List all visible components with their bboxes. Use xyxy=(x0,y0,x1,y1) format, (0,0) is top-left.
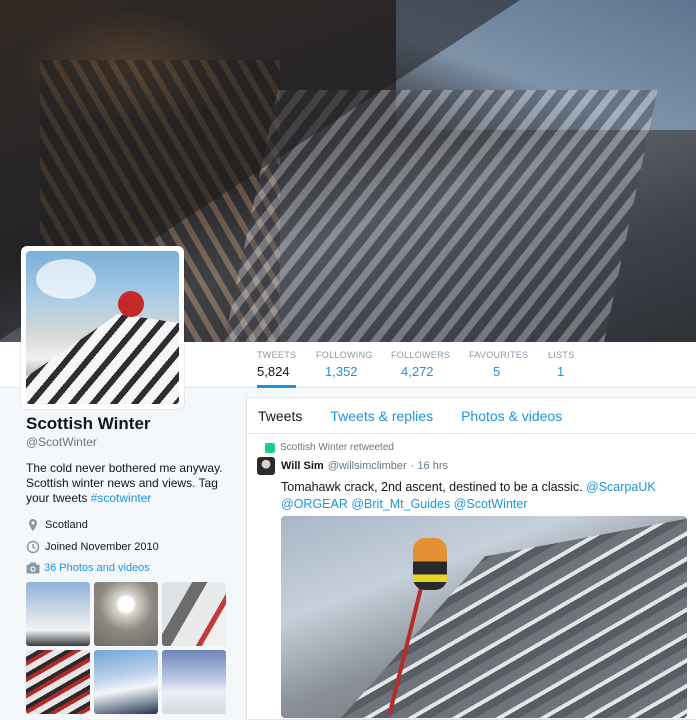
join-date: Joined November 2010 xyxy=(26,540,236,554)
location-pin-icon xyxy=(29,519,37,531)
calendar-icon xyxy=(26,540,40,554)
stat-label: FOLLOWERS xyxy=(391,350,451,360)
tweet-body: Tomahawk crack, 2nd ascent, destined to … xyxy=(281,480,583,494)
photos-link-label: 36 Photos and videos xyxy=(44,562,150,574)
profile-name[interactable]: Scottish Winter xyxy=(26,414,236,434)
timeline-tabs: Tweets Tweets & replies Photos & videos xyxy=(247,398,696,434)
climber xyxy=(413,538,447,590)
tweet-photo[interactable] xyxy=(281,516,687,718)
avatar[interactable] xyxy=(21,246,184,409)
stat-value: 5,824 xyxy=(257,364,290,379)
stat-label: LISTS xyxy=(548,350,575,360)
tab-tweets-and-replies[interactable]: Tweets & replies xyxy=(330,408,433,424)
photo-thumbnail[interactable] xyxy=(26,582,90,646)
stat-following[interactable]: FOLLOWING 1,352 xyxy=(316,350,373,379)
tweet[interactable]: Scottish Winter retweeted Will Sim @will… xyxy=(257,442,695,718)
profile-bio: The cold never bothered me anyway. Scott… xyxy=(26,461,236,506)
retweet-icon xyxy=(265,442,275,453)
snowy-rock xyxy=(26,314,179,404)
profile-card: Scottish Winter @ScotWinter The cold nev… xyxy=(26,414,236,554)
stat-label: FOLLOWING xyxy=(316,350,373,360)
cloud xyxy=(36,259,96,299)
tweet-timestamp[interactable]: · 16 hrs xyxy=(411,460,448,472)
photo-thumbnail[interactable] xyxy=(26,650,90,714)
camera-icon xyxy=(26,562,40,574)
stat-value: 1 xyxy=(557,364,565,379)
tweet-text: Tomahawk crack, 2nd ascent, destined to … xyxy=(281,479,681,513)
mention-link[interactable]: @Brit_Mt_Guides xyxy=(351,497,450,511)
profile-handle[interactable]: @ScotWinter xyxy=(26,435,236,449)
retweet-context: Scottish Winter retweeted xyxy=(265,442,695,453)
stat-value: 1,352 xyxy=(325,364,358,379)
mention-link[interactable]: @ORGEAR xyxy=(281,497,348,511)
join-date-text: Joined November 2010 xyxy=(45,541,159,553)
tab-photos-and-videos[interactable]: Photos & videos xyxy=(461,408,562,424)
author-avatar[interactable] xyxy=(257,457,275,475)
author-name[interactable]: Will Sim xyxy=(281,460,324,472)
climber xyxy=(118,291,144,317)
avatar-image xyxy=(26,251,179,404)
bio-hashtag-link[interactable]: #scotwinter xyxy=(91,491,152,505)
stat-lists[interactable]: LISTS 1 xyxy=(548,350,575,379)
photo-thumbnail[interactable] xyxy=(162,582,226,646)
stat-favourites[interactable]: FAVOURITES 5 xyxy=(469,350,528,379)
photo-thumbnail[interactable] xyxy=(94,650,158,714)
author-handle[interactable]: @willsimclimber xyxy=(328,460,407,472)
retweet-note[interactable]: Scottish Winter retweeted xyxy=(280,442,394,453)
stat-value: 4,272 xyxy=(401,364,434,379)
mention-link[interactable]: @ScotWinter xyxy=(454,497,528,511)
photo-grid xyxy=(26,582,227,714)
photo-thumbnail[interactable] xyxy=(94,582,158,646)
stat-value: 5 xyxy=(493,364,501,379)
photos-and-videos-link[interactable]: 36 Photos and videos xyxy=(26,562,150,574)
timeline: Tweets Tweets & replies Photos & videos … xyxy=(246,397,696,720)
photo-thumbnail[interactable] xyxy=(162,650,226,714)
tweet-header: Will Sim @willsimclimber · 16 hrs xyxy=(257,457,695,475)
stat-label: FAVOURITES xyxy=(469,350,529,360)
tab-tweets[interactable]: Tweets xyxy=(258,408,302,424)
location-text: Scotland xyxy=(45,519,88,531)
mention-link[interactable]: @ScarpaUK xyxy=(586,480,656,494)
location: Scotland xyxy=(26,518,236,532)
stat-tweets[interactable]: TWEETS 5,824 xyxy=(257,350,297,388)
stat-label: TWEETS xyxy=(257,350,297,360)
stat-followers[interactable]: FOLLOWERS 4,272 xyxy=(391,350,450,379)
